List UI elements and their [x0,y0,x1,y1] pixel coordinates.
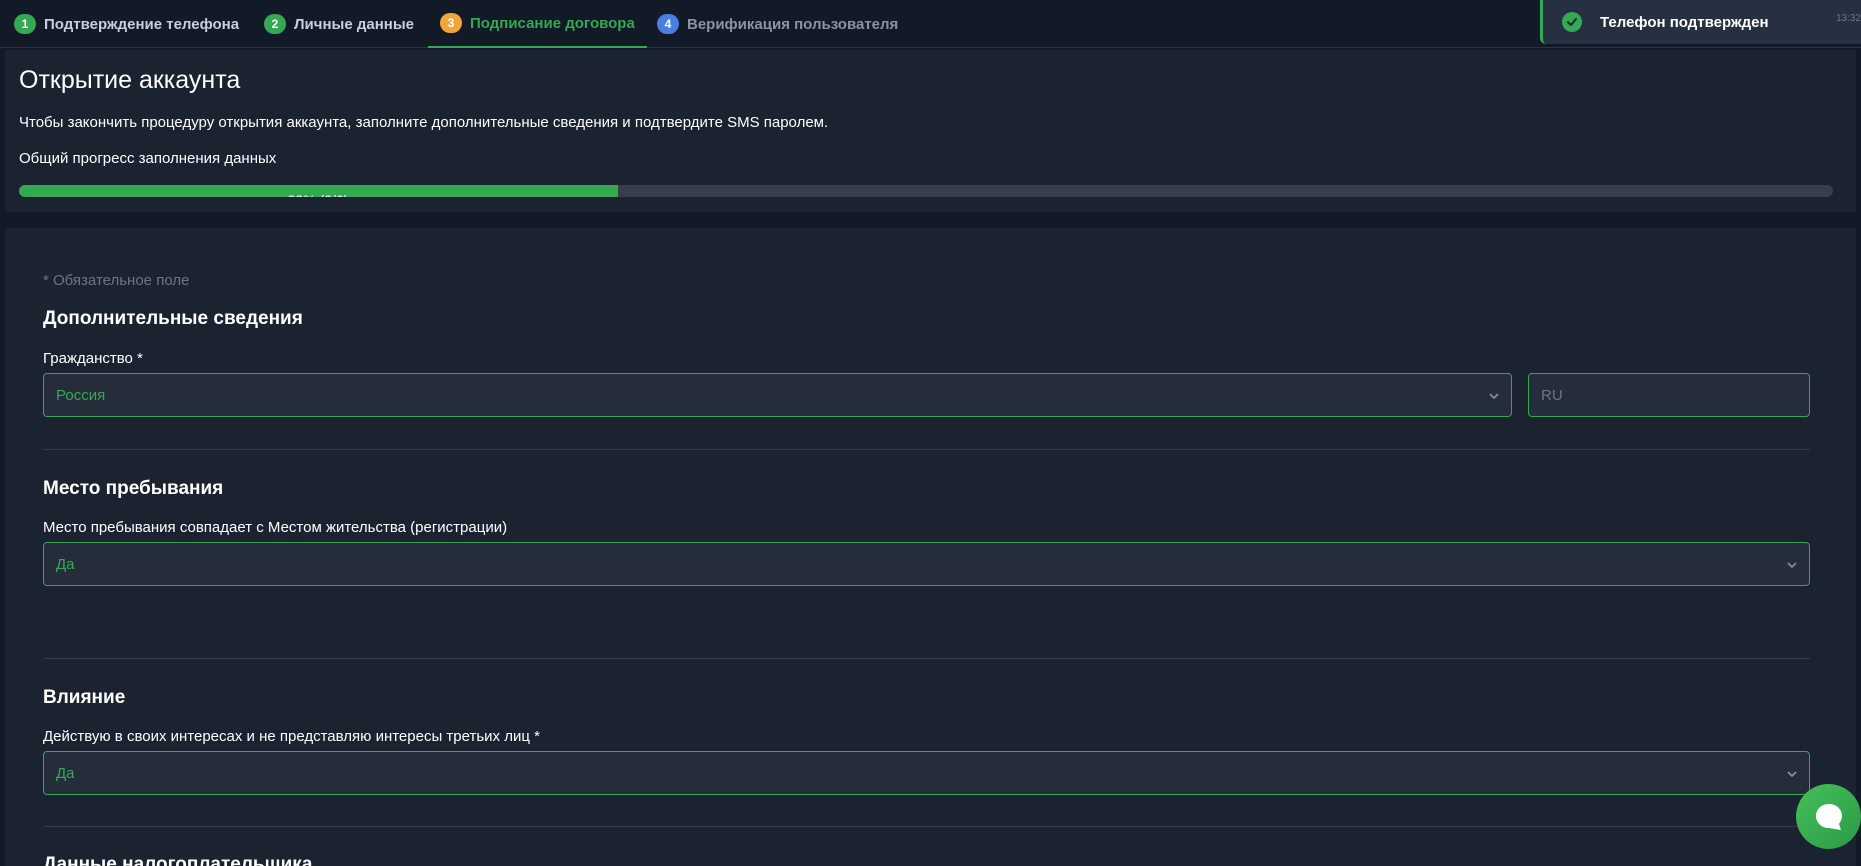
step-number-badge: 4 [657,14,679,34]
tab-label: Личные данные [294,15,414,33]
tab-contract-signing[interactable]: 3 Подписание договора [428,0,647,48]
chevron-down-icon [1787,562,1797,569]
chat-button[interactable] [1796,784,1861,849]
chevron-down-icon [1787,771,1797,778]
citizenship-value: Россия [56,386,106,404]
residence-same-value: Да [56,555,75,573]
own-interest-value: Да [56,764,75,782]
page-description: Чтобы закончить процедуру открытия аккау… [19,114,829,131]
success-toast[interactable]: Телефон подтвержден 13:32 [1540,0,1861,44]
section-divider [43,658,1810,659]
own-interest-select[interactable]: Да [43,751,1810,795]
section-title-influence: Влияние [43,687,126,708]
country-code-placeholder: RU [1541,386,1563,404]
section-title-residence: Место пребывания [43,478,224,499]
chevron-down-icon [1489,393,1499,400]
citizenship-select[interactable]: Россия [43,373,1512,417]
own-interest-label: Действую в своих интересах и не представ… [43,728,540,745]
tab-label: Подтверждение телефона [44,15,240,33]
section-divider [43,826,1810,827]
page-title: Открытие аккаунта [19,66,241,94]
tab-phone-confirmation[interactable]: 1 Подтверждение телефона [14,0,239,48]
step-number-badge: 2 [264,14,286,34]
tab-user-verification[interactable]: 4 Верификация пользователя [657,0,898,48]
toast-time: 13:32 [1835,13,1861,24]
account-opening-header: Открытие аккаунта Чтобы закончить процед… [5,50,1856,212]
chat-bubble-icon [1815,803,1842,830]
tab-label: Подписание договора [470,14,635,32]
section-divider [43,449,1810,450]
check-circle-icon [1562,12,1582,32]
tab-personal-data[interactable]: 2 Личные данные [264,0,414,48]
residence-same-select[interactable]: Да [43,542,1810,586]
tab-label: Верификация пользователя [687,15,899,33]
required-field-note: * Обязательное поле [43,272,190,289]
progress-text: 33% (2/6) [19,185,617,197]
residence-same-label: Место пребывания совпадает с Местом жите… [43,519,508,536]
section-title-taxpayer: Данные налогоплательщика [43,854,313,866]
citizenship-label: Гражданство * [43,350,143,367]
progress-label: Общий прогресс заполнения данных [19,150,277,167]
country-code-field[interactable]: RU [1528,373,1810,417]
step-number-badge: 3 [440,13,462,33]
progress-bar: 33% (2/6) [19,185,1833,197]
form-card: * Обязательное поле Дополнительные сведе… [5,228,1856,866]
section-title-additional: Дополнительные сведения [43,308,303,329]
toast-message: Телефон подтвержден [1600,13,1769,31]
step-number-badge: 1 [14,14,36,34]
